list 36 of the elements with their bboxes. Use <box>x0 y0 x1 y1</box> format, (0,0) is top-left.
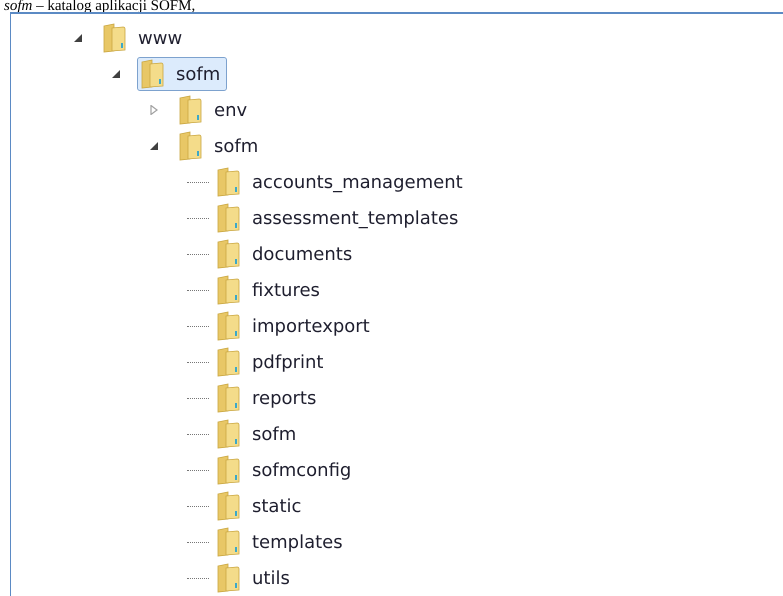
folder-icon <box>216 203 240 233</box>
folder-tree-item[interactable]: pdfprint <box>213 345 330 379</box>
folder-icon <box>216 239 240 269</box>
folder-icon <box>216 455 240 485</box>
folder-icon <box>216 383 240 413</box>
folder-icon <box>216 563 240 593</box>
folder-icon <box>216 419 240 449</box>
folder-tree-item[interactable]: reports <box>213 381 324 415</box>
collapse-arrow-icon[interactable] <box>111 69 121 79</box>
folder-tree-item[interactable]: fixtures <box>213 273 327 307</box>
folder-tree-item[interactable]: utils <box>213 561 297 595</box>
folder-icon <box>102 23 126 53</box>
folder-icon <box>216 347 240 377</box>
folder-tree-item[interactable]: importexport <box>213 309 377 343</box>
folder-icon <box>140 59 164 89</box>
folder-tree-item[interactable]: sofm <box>213 417 304 451</box>
folder-tree-item[interactable]: sofm <box>175 129 266 163</box>
folder-tree-item[interactable]: static <box>213 489 308 523</box>
folder-tree-item[interactable]: www <box>99 21 190 55</box>
folder-tree-item[interactable]: assessment_templates <box>213 201 466 235</box>
expand-arrow-icon[interactable] <box>149 105 159 115</box>
folder-tree-item[interactable]: documents <box>213 237 360 271</box>
folder-icon <box>216 275 240 305</box>
folder-icon <box>216 491 240 521</box>
folder-icon <box>178 131 202 161</box>
folder-icon <box>216 167 240 197</box>
folder-tree-item[interactable]: templates <box>213 525 350 559</box>
folder-tree-item[interactable]: sofmconfig <box>213 453 358 487</box>
folder-icon <box>178 95 202 125</box>
folder-icon <box>216 527 240 557</box>
collapse-arrow-icon[interactable] <box>149 141 159 151</box>
folder-icon <box>216 311 240 341</box>
folder-tree-item[interactable]: accounts_management <box>213 165 470 199</box>
folder-tree-item[interactable]: sofm <box>137 57 228 91</box>
collapse-arrow-icon[interactable] <box>73 33 83 43</box>
folder-tree-item[interactable]: env <box>175 93 254 127</box>
